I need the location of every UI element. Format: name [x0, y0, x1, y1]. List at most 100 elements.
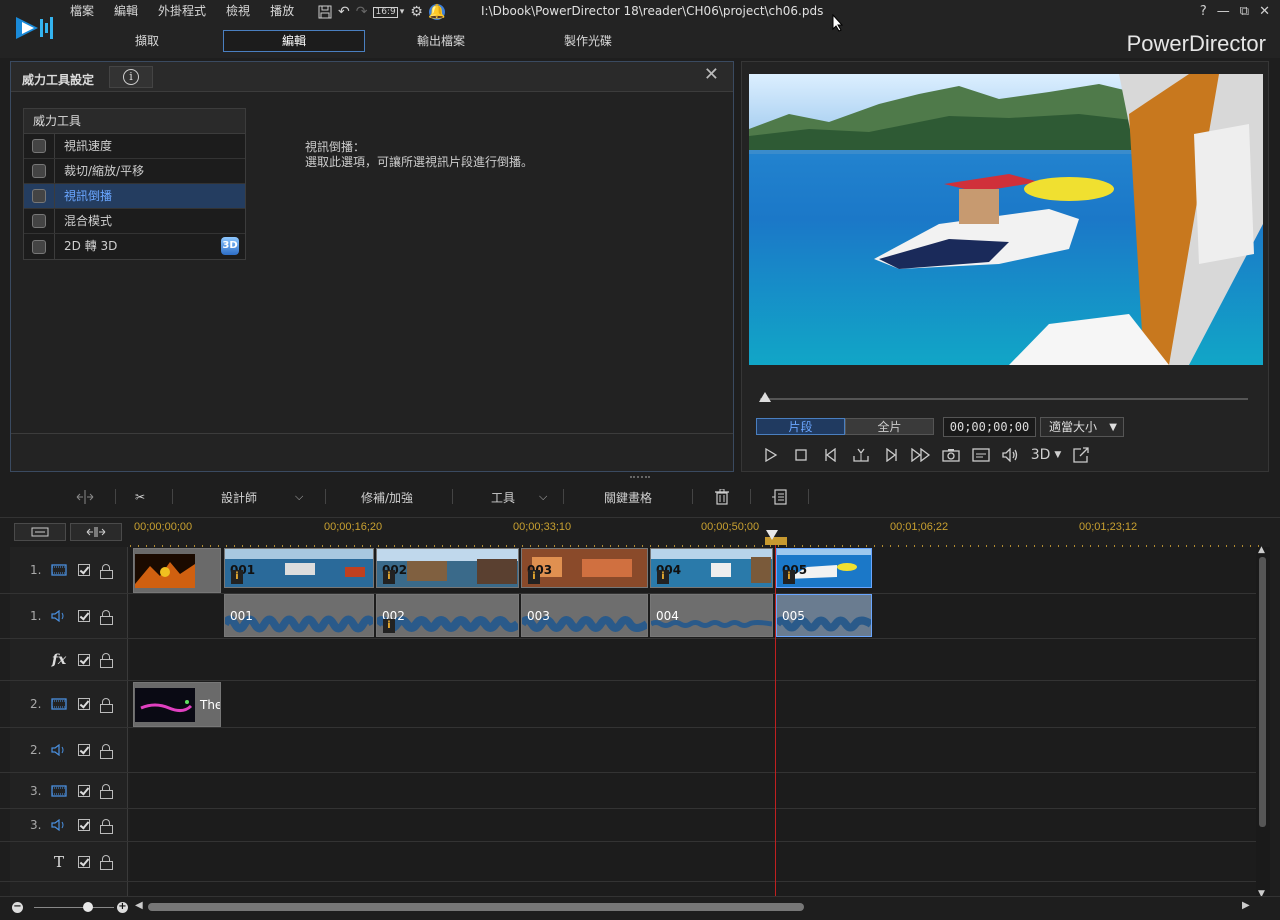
tool-checkbox[interactable] — [32, 214, 46, 228]
subtitle-icon[interactable] — [966, 444, 996, 466]
play-icon[interactable] — [756, 444, 786, 466]
prev-frame-icon[interactable] — [816, 444, 846, 466]
tool-row-video-reverse[interactable]: 視訊倒播 — [24, 184, 245, 209]
tool-row-video-speed[interactable]: 視訊速度 — [24, 134, 245, 159]
track-enable-checkbox[interactable] — [78, 564, 90, 576]
fix-enhance-button[interactable]: 修補/加強 — [361, 487, 413, 507]
menu-plugins[interactable]: 外掛程式 — [148, 3, 216, 21]
menu-view[interactable]: 檢視 — [216, 3, 260, 21]
playhead-handle[interactable] — [766, 530, 778, 540]
track-body[interactable] — [130, 809, 1256, 841]
audio-clip-004[interactable]: 004 — [650, 594, 773, 637]
lock-icon[interactable] — [100, 743, 113, 759]
undo-icon[interactable]: ↶ — [338, 4, 350, 20]
tab-edit[interactable]: 編輯 — [223, 30, 365, 52]
horizontal-scrollbar-thumb[interactable] — [148, 903, 804, 911]
keyframe-button[interactable]: 關鍵畫格 — [604, 487, 652, 507]
zoom-slider[interactable] — [34, 907, 114, 908]
intro-clip[interactable] — [133, 548, 221, 593]
vertical-scrollbar[interactable]: ▲ ▼ — [1256, 545, 1270, 899]
tool-row-blending-mode[interactable]: 混合模式 — [24, 209, 245, 234]
tab-create-disc[interactable]: 製作光碟 — [517, 30, 659, 52]
video-clip-004[interactable]: 004 i — [650, 548, 773, 588]
video-clip-005[interactable]: 005 i — [776, 548, 872, 588]
fit-timeline-button[interactable] — [70, 523, 122, 541]
audio-clip-001[interactable]: 001 — [224, 594, 374, 637]
more-features-icon[interactable] — [771, 487, 787, 507]
seek-slider-handle[interactable] — [759, 392, 771, 402]
preview-size-dropdown[interactable]: 適當大小 ▼ — [1040, 417, 1124, 437]
tab-produce[interactable]: 輸出檔案 — [370, 30, 512, 52]
minimize-icon[interactable]: — — [1217, 4, 1230, 19]
lock-icon[interactable] — [100, 609, 113, 625]
zoom-slider-handle[interactable] — [83, 902, 93, 912]
audio-clip-003[interactable]: 003 — [521, 594, 648, 637]
panel-resize-grip[interactable] — [630, 476, 650, 479]
scroll-up-icon[interactable]: ▲ — [1258, 545, 1265, 555]
scissors-icon[interactable]: ✂ — [135, 487, 145, 507]
tools-dropdown[interactable]: 工具 ⌵ — [491, 487, 547, 507]
fast-forward-icon[interactable] — [906, 444, 936, 466]
track-enable-checkbox[interactable] — [78, 819, 90, 831]
delete-trash-icon[interactable] — [715, 487, 729, 507]
track-manager-button[interactable] — [14, 523, 66, 541]
snapshot-icon[interactable] — [936, 444, 966, 466]
zoom-out-icon[interactable]: − — [12, 902, 23, 913]
track-body[interactable] — [130, 728, 1256, 772]
tool-checkbox[interactable] — [32, 189, 46, 203]
video-clip-003[interactable]: 003 i — [521, 548, 648, 588]
audio-clip-002[interactable]: 002 i — [376, 594, 519, 637]
video-clip-001[interactable]: 001 i — [224, 548, 374, 588]
menu-playback[interactable]: 播放 — [260, 3, 304, 21]
tab-capture[interactable]: 擷取 — [76, 30, 218, 52]
video-clip-002[interactable]: 002 i — [376, 548, 519, 588]
tool-row-crop-zoom-pan[interactable]: 裁切/縮放/平移 — [24, 159, 245, 184]
help-icon[interactable]: ? — [1200, 4, 1207, 19]
lock-icon[interactable] — [100, 563, 113, 579]
designer-dropdown[interactable]: 設計師 ⌵ — [221, 487, 303, 507]
scroll-right-icon[interactable]: ▶ — [1242, 900, 1250, 911]
settings-gear-icon[interactable]: ⚙ — [410, 4, 423, 20]
timeline-ruler[interactable]: 00;00;00;00 00;00;16;20 00;00;33;10 00;0… — [0, 517, 1280, 548]
restore-icon[interactable]: ⧉ — [1240, 4, 1249, 19]
tool-checkbox[interactable] — [32, 164, 46, 178]
volume-icon[interactable] — [996, 444, 1026, 466]
track-body[interactable] — [130, 842, 1256, 881]
3d-mode-button[interactable]: 3D ▼ — [1026, 444, 1066, 466]
track-enable-checkbox[interactable] — [78, 744, 90, 756]
zoom-in-icon[interactable]: + — [117, 902, 128, 913]
clip-mode-button[interactable]: 片段 — [756, 418, 845, 435]
track-enable-checkbox[interactable] — [78, 610, 90, 622]
title-clip[interactable]: The — [133, 682, 221, 727]
track-enable-checkbox[interactable] — [78, 653, 90, 666]
timecode-display[interactable]: 00;00;00;00 — [943, 417, 1036, 437]
next-frame-icon[interactable] — [876, 444, 906, 466]
redo-icon[interactable]: ↷ — [356, 4, 368, 20]
lock-icon[interactable] — [100, 653, 113, 668]
movie-mode-button[interactable]: 全片 — [845, 418, 934, 435]
track-body[interactable]: 001 002 i 003 004 005 — [130, 594, 1256, 638]
stop-icon[interactable] — [786, 444, 816, 466]
track-body[interactable] — [130, 773, 1256, 808]
scroll-left-icon[interactable]: ◀ — [135, 900, 143, 911]
tool-row-2d-to-3d[interactable]: 2D 轉 3D 3D — [24, 234, 245, 259]
track-body[interactable]: The — [130, 681, 1256, 727]
track-enable-checkbox[interactable] — [78, 698, 90, 710]
lock-icon[interactable] — [100, 784, 113, 799]
save-icon[interactable] — [318, 4, 332, 20]
tool-checkbox[interactable] — [32, 239, 46, 254]
undock-icon[interactable] — [1066, 444, 1096, 466]
notification-bell-icon[interactable]: 🔔 — [428, 4, 446, 20]
close-icon[interactable]: ✕ — [704, 66, 719, 84]
track-body[interactable] — [130, 639, 1256, 680]
close-window-icon[interactable]: ✕ — [1259, 4, 1270, 19]
audio-clip-005[interactable]: 005 — [776, 594, 872, 637]
preview-seek-bar[interactable] — [760, 398, 1248, 400]
menu-edit[interactable]: 編輯 — [104, 3, 148, 21]
aspect-ratio-button[interactable]: 16:9 ▾ — [373, 4, 404, 20]
scrollbar-thumb[interactable] — [1259, 557, 1266, 827]
track-body[interactable]: 001 i 002 i 003 i 004 i 005 i — [130, 547, 1256, 593]
lock-icon[interactable] — [100, 855, 113, 870]
menu-file[interactable]: 檔案 — [60, 3, 104, 21]
lock-icon[interactable] — [100, 697, 113, 713]
